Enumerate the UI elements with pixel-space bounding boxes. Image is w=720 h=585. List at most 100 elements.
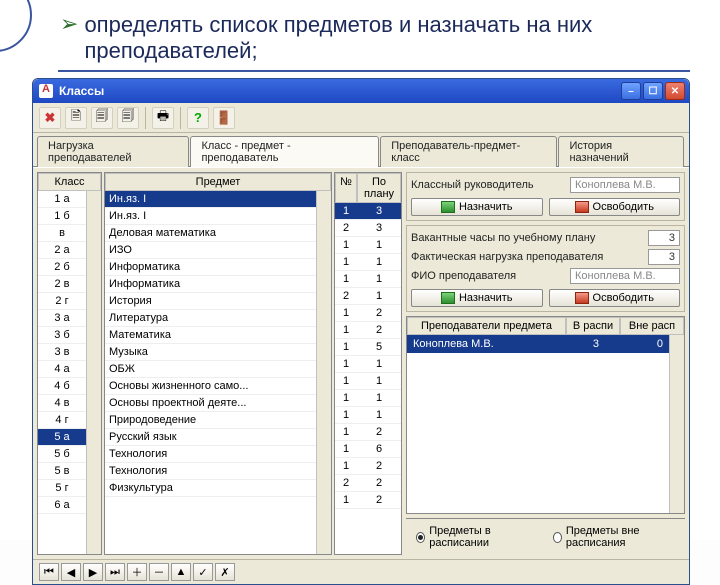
radio-in-schedule[interactable]: Предметы в расписании	[416, 525, 529, 549]
toolbar-doc-2-icon[interactable]: 🗐	[91, 107, 113, 129]
class-row[interactable]: 1 а	[38, 191, 86, 208]
tab-class-subject-teacher[interactable]: Класс - предмет - преподаватель	[190, 136, 379, 167]
subject-row[interactable]: История	[105, 293, 316, 310]
nav-post-button[interactable]: ✓	[193, 563, 213, 581]
plan-row[interactable]: 12	[335, 458, 401, 475]
plan-row[interactable]: 11	[335, 407, 401, 424]
plan-row[interactable]: 12	[335, 492, 401, 509]
tab-history[interactable]: История назначений	[558, 136, 684, 167]
toolbar-print-icon[interactable]: 🖶	[152, 107, 174, 129]
class-row[interactable]: 4 б	[38, 378, 86, 395]
class-row[interactable]: 2 в	[38, 276, 86, 293]
subject-row[interactable]: Технология	[105, 463, 316, 480]
nav-prev-button[interactable]: ◀	[61, 563, 81, 581]
plan-row[interactable]: 13	[335, 203, 401, 220]
tab-teacher-subject-class[interactable]: Преподаватель-предмет-класс	[380, 136, 557, 167]
toolbar-x-red-icon[interactable]: ✖	[39, 107, 61, 129]
titlebar[interactable]: Классы – ☐ ✕	[33, 79, 689, 103]
actual-load-label: Фактическая нагрузка преподавателя	[411, 251, 644, 263]
subject-row[interactable]: Литература	[105, 310, 316, 327]
plan-row[interactable]: 23	[335, 220, 401, 237]
subject-grid-scroll[interactable]	[316, 191, 331, 554]
class-row[interactable]: 5 в	[38, 463, 86, 480]
subject-row[interactable]: Информатика	[105, 259, 316, 276]
subject-row[interactable]: ОБЖ	[105, 361, 316, 378]
subgrid-header-out: Вне расп	[620, 317, 684, 335]
plan-row[interactable]: 12	[335, 322, 401, 339]
class-row[interactable]: 6 а	[38, 497, 86, 514]
subject-row[interactable]: Математика	[105, 327, 316, 344]
toolbar-doc-3-icon[interactable]: 🗐	[117, 107, 139, 129]
class-row[interactable]: 5 а	[38, 429, 86, 446]
nav-edit-button[interactable]: ▲	[171, 563, 191, 581]
plan-row[interactable]: 22	[335, 475, 401, 492]
class-row[interactable]: 3 б	[38, 327, 86, 344]
class-row[interactable]: 2 а	[38, 242, 86, 259]
class-row[interactable]: 5 б	[38, 446, 86, 463]
class-row[interactable]: 3 а	[38, 310, 86, 327]
class-grid-scroll[interactable]	[86, 191, 101, 554]
subject-teacher-row[interactable]: Коноплева М.В.30	[407, 335, 669, 353]
assign-icon	[441, 201, 455, 213]
plan-row[interactable]: 15	[335, 339, 401, 356]
toolbar-doc-1-icon[interactable]: 🗎	[65, 107, 87, 129]
class-row[interactable]: 2 б	[38, 259, 86, 276]
subject-grid[interactable]: Предмет Ин.яз. IИн.яз. IДеловая математи…	[104, 172, 332, 555]
class-row[interactable]: 4 г	[38, 412, 86, 429]
plan-row[interactable]: 16	[335, 441, 401, 458]
tab-teacher-load[interactable]: Нагрузка преподавателей	[37, 136, 189, 167]
vacant-hours-label: Вакантные часы по учебному плану	[411, 232, 644, 244]
class-row[interactable]: 1 б	[38, 208, 86, 225]
class-row[interactable]: 3 в	[38, 344, 86, 361]
release-class-teacher-button[interactable]: Освободить	[549, 198, 681, 216]
maximize-button[interactable]: ☐	[643, 82, 663, 100]
assign-class-teacher-button[interactable]: Назначить	[411, 198, 543, 216]
class-row[interactable]: 5 г	[38, 480, 86, 497]
class-teacher-value: Коноплева М.В.	[570, 177, 680, 193]
subject-row[interactable]: ИЗО	[105, 242, 316, 259]
subject-row[interactable]: Технология	[105, 446, 316, 463]
nav-add-button[interactable]: ＋	[127, 563, 147, 581]
nav-del-button[interactable]: －	[149, 563, 169, 581]
plan-row[interactable]: 11	[335, 271, 401, 288]
toolbar-exit-icon[interactable]: 🚪	[213, 107, 235, 129]
subject-row[interactable]: Основы проектной деяте...	[105, 395, 316, 412]
class-row[interactable]: в	[38, 225, 86, 242]
subject-row[interactable]: Информатика	[105, 276, 316, 293]
class-row[interactable]: 4 в	[38, 395, 86, 412]
plan-row[interactable]: 11	[335, 373, 401, 390]
subject-row[interactable]: Ин.яз. I	[105, 191, 316, 208]
plan-row[interactable]: 11	[335, 237, 401, 254]
plan-row[interactable]: 11	[335, 254, 401, 271]
close-button[interactable]: ✕	[665, 82, 685, 100]
nav-cancel-button[interactable]: ✗	[215, 563, 235, 581]
subject-teachers-grid[interactable]: Преподаватели предмета В распи Вне расп …	[406, 316, 685, 514]
toolbar-help-icon[interactable]: ?	[187, 107, 209, 129]
plan-row[interactable]: 11	[335, 390, 401, 407]
toolbar: ✖ 🗎 🗐 🗐 🖶 ? 🚪	[33, 103, 689, 133]
plan-grid[interactable]: № По плану 13231111112112121511111111121…	[334, 172, 402, 555]
radio-out-schedule[interactable]: Предметы вне расписания	[553, 525, 675, 549]
class-teacher-label: Классный руководитель	[411, 179, 566, 191]
class-row[interactable]: 4 а	[38, 361, 86, 378]
subject-row[interactable]: Ин.яз. I	[105, 208, 316, 225]
plan-row[interactable]: 11	[335, 356, 401, 373]
plan-row[interactable]: 12	[335, 305, 401, 322]
nav-next-button[interactable]: ▶	[83, 563, 103, 581]
subject-row[interactable]: Природоведение	[105, 412, 316, 429]
subject-row[interactable]: Музыка	[105, 344, 316, 361]
plan-row[interactable]: 21	[335, 288, 401, 305]
subject-row[interactable]: Физкультура	[105, 480, 316, 497]
plan-row[interactable]: 12	[335, 424, 401, 441]
nav-last-button[interactable]: ⏭	[105, 563, 125, 581]
assign-teacher-button[interactable]: Назначить	[411, 289, 543, 307]
minimize-button[interactable]: –	[621, 82, 641, 100]
subject-row[interactable]: Основы жизненного само...	[105, 378, 316, 395]
nav-first-button[interactable]: ⏮	[39, 563, 59, 581]
subject-row[interactable]: Деловая математика	[105, 225, 316, 242]
class-row[interactable]: 2 г	[38, 293, 86, 310]
subject-row[interactable]: Русский язык	[105, 429, 316, 446]
class-grid[interactable]: Класс 1 а1 бв2 а2 б2 в2 г3 а3 б3 в4 а4 б…	[37, 172, 102, 555]
subgrid-scroll[interactable]	[669, 335, 684, 513]
release-teacher-button[interactable]: Освободить	[549, 289, 681, 307]
